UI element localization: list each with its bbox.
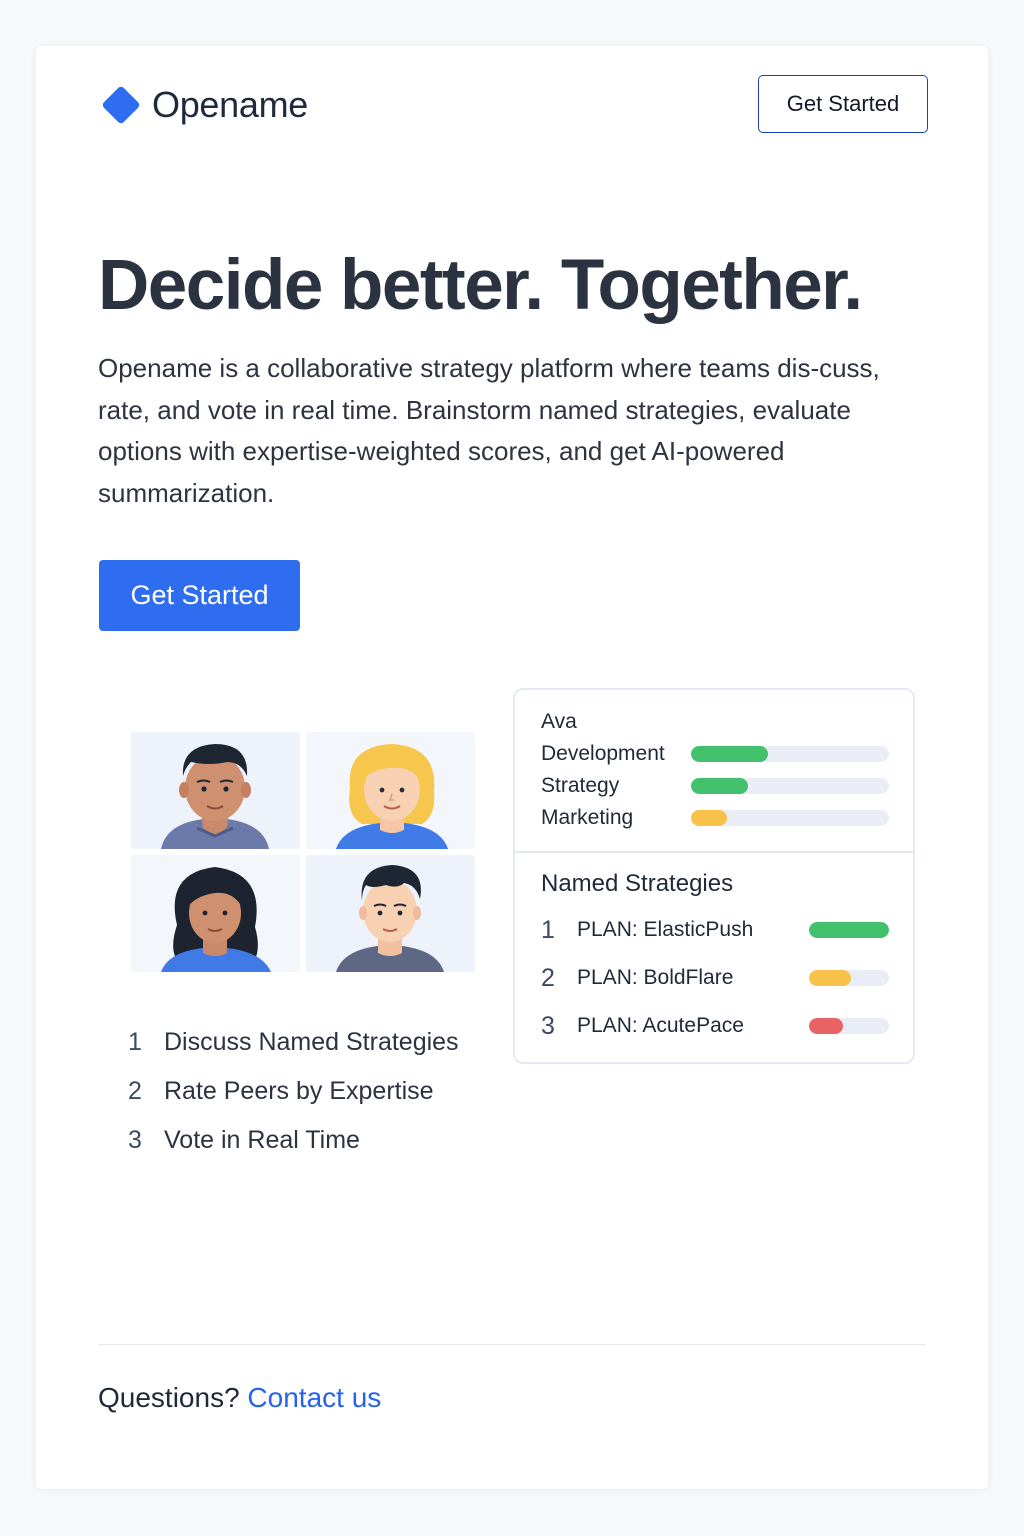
step-item: 3 Vote in Real Time: [128, 1116, 459, 1165]
strategy-row[interactable]: 1 PLAN: ElasticPush: [541, 916, 891, 944]
step-item: 1 Discuss Named Strategies: [128, 1018, 459, 1067]
feature-steps: 1 Discuss Named Strategies 2 Rate Peers by…: [128, 1018, 459, 1165]
avatar-man-short-hair: [306, 855, 475, 972]
strategy-score-track: [809, 970, 889, 986]
strategy-score-fill: [809, 1018, 843, 1034]
skill-bar-fill: [691, 810, 727, 826]
diamond-logo-icon: [98, 82, 144, 128]
avatar-woman-blonde: [306, 732, 475, 849]
brand-logo[interactable]: Opename: [98, 82, 308, 128]
strategy-number: 3: [541, 1012, 555, 1040]
skill-label: Development: [541, 742, 665, 765]
contact-us-link[interactable]: Contact us: [247, 1382, 381, 1413]
step-number: 3: [128, 1126, 142, 1154]
hero-description-text: is a collaborative strategy platform whe…: [98, 353, 880, 508]
skill-bar-track: [691, 778, 889, 794]
person-icon: [336, 744, 448, 849]
footer-contact: Questions? Contact us: [98, 1382, 381, 1414]
skill-row-development: Development: [541, 742, 891, 766]
skill-row-strategy: Strategy: [541, 774, 891, 798]
footer-divider: [98, 1344, 926, 1345]
panel-divider: [515, 851, 913, 853]
skill-bar-fill: [691, 746, 769, 762]
skill-row-marketing: Marketing: [541, 806, 891, 830]
strategy-row[interactable]: 3 PLAN: AcutePace: [541, 1012, 891, 1040]
person-icon: [161, 744, 269, 849]
named-strategies-heading: Named Strategies: [541, 870, 734, 897]
skill-label: Strategy: [541, 774, 620, 797]
strategy-score-fill: [809, 922, 889, 938]
strategy-score-fill: [809, 970, 851, 986]
skill-label: Marketing: [541, 806, 634, 829]
hero-description: Opename is a collaborative strategy plat…: [98, 348, 918, 514]
strategy-number: 1: [541, 916, 555, 944]
step-label: Discuss Named Strategies: [164, 1028, 459, 1056]
hero-get-started-button[interactable]: Get Started: [99, 560, 300, 631]
step-label: Vote in Real Time: [164, 1126, 360, 1154]
avatar-man-dark-hair: [131, 732, 300, 849]
strategy-preview-panel: Ava Development Strategy Marketing Named…: [513, 688, 915, 1064]
person-icon: [336, 865, 444, 972]
strategy-score-track: [809, 1018, 889, 1034]
step-label: Rate Peers by Expertise: [164, 1077, 434, 1105]
hero-brand-word: Opename: [98, 353, 213, 383]
step-number: 2: [128, 1077, 142, 1105]
strategy-score-track: [809, 922, 889, 938]
step-item: 2 Rate Peers by Expertise: [128, 1067, 459, 1116]
strategy-name: PLAN: BoldFlare: [577, 966, 734, 989]
header-get-started-button[interactable]: Get Started: [758, 75, 928, 133]
strategy-number: 2: [541, 964, 555, 992]
strategy-row[interactable]: 2 PLAN: BoldFlare: [541, 964, 891, 992]
step-number: 1: [128, 1028, 142, 1056]
strategy-name: PLAN: AcutePace: [577, 1014, 744, 1037]
team-avatars-grid: [131, 732, 475, 972]
footer-question: Questions?: [98, 1382, 240, 1413]
skill-bar-track: [691, 810, 889, 826]
hero-title: Decide better. Together.: [98, 246, 863, 325]
expertise-section: Ava Development Strategy Marketing: [515, 690, 913, 852]
skill-bar-track: [691, 746, 889, 762]
landing-card: Opename Get Started Decide better. Toget…: [36, 46, 988, 1489]
avatar-woman-long-hair: [131, 855, 300, 972]
strategy-name: PLAN: ElasticPush: [577, 918, 754, 941]
brand-name: Opename: [152, 84, 308, 125]
skill-bar-fill: [691, 778, 749, 794]
person-icon: [161, 867, 271, 972]
person-name: Ava: [541, 710, 577, 733]
